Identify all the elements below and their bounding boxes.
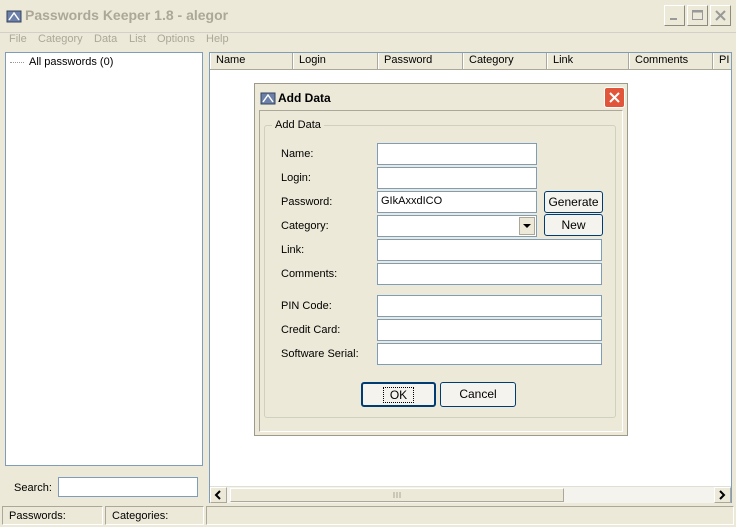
app-icon — [6, 8, 22, 24]
scroll-right-icon — [715, 490, 730, 505]
list-header: Name Login Password Category Link Commen… — [210, 53, 731, 70]
menu-bar: File Category Data List Options Help — [0, 32, 736, 50]
title-bar[interactable]: Passwords Keeper 1.8 - alegor — [0, 0, 736, 33]
menu-list[interactable]: List — [129, 33, 146, 45]
column-header-comments[interactable]: Comments — [629, 53, 713, 69]
status-categories: Categories: — [105, 506, 204, 525]
scroll-thumb[interactable] — [230, 488, 564, 502]
minimize-button[interactable] — [664, 5, 685, 26]
search-label: Search: — [14, 482, 52, 494]
ok-button[interactable]: OK — [361, 382, 436, 407]
column-header-category[interactable]: Category — [463, 53, 547, 69]
login-input[interactable] — [377, 167, 537, 189]
horizontal-scrollbar[interactable] — [210, 486, 731, 503]
software-serial-label: Software Serial: — [281, 348, 359, 360]
credit-card-input[interactable] — [377, 319, 602, 341]
category-tree[interactable] — [5, 52, 203, 466]
scroll-right-button[interactable] — [714, 487, 731, 503]
pin-code-input[interactable] — [377, 295, 602, 317]
menu-file[interactable]: File — [9, 33, 27, 45]
column-header-password[interactable]: Password — [378, 53, 463, 69]
dialog-icon — [260, 90, 276, 106]
category-select[interactable] — [377, 215, 537, 237]
link-input[interactable] — [377, 239, 602, 261]
dropdown-arrow-icon[interactable] — [519, 217, 535, 235]
cancel-button[interactable]: Cancel — [440, 382, 516, 407]
link-label: Link: — [281, 244, 305, 256]
dialog-close-button[interactable] — [604, 87, 625, 108]
new-category-button[interactable]: New — [544, 214, 603, 236]
category-label: Category: — [281, 220, 329, 232]
credit-card-label: Credit Card: — [281, 324, 341, 336]
menu-data[interactable]: Data — [94, 33, 117, 45]
menu-category[interactable]: Category — [38, 33, 83, 45]
scroll-left-button[interactable] — [210, 487, 227, 503]
tree-connector — [10, 62, 24, 64]
group-title: Add Data — [272, 119, 324, 131]
name-label: Name: — [281, 148, 314, 160]
ok-button-label: OK — [382, 387, 415, 403]
close-button[interactable] — [710, 5, 731, 26]
comments-input[interactable] — [377, 263, 602, 285]
status-passwords: Passwords: — [2, 506, 103, 525]
menu-help[interactable]: Help — [206, 33, 229, 45]
dialog-title-bar[interactable]: Add Data — [256, 85, 626, 109]
login-label: Login: — [281, 172, 311, 184]
add-data-dialog: Add Data Add Data Name: Login: Password:… — [254, 83, 628, 436]
column-header-login[interactable]: Login — [293, 53, 378, 69]
column-header-name[interactable]: Name — [210, 53, 293, 69]
window-title: Passwords Keeper 1.8 - alegor — [25, 7, 229, 23]
pin-code-label: PIN Code: — [281, 300, 332, 312]
name-input[interactable] — [377, 143, 537, 165]
scroll-left-icon — [211, 490, 226, 505]
password-label: Password: — [281, 196, 333, 208]
software-serial-input[interactable] — [377, 343, 602, 365]
password-input[interactable]: GIkAxxdICO — [377, 191, 537, 213]
status-extra — [206, 506, 734, 525]
menu-options[interactable]: Options — [157, 33, 195, 45]
generate-button[interactable]: Generate — [544, 191, 603, 213]
column-header-pin[interactable]: PI — [713, 53, 731, 69]
comments-label: Comments: — [281, 268, 338, 280]
status-bar: Passwords: Categories: — [0, 505, 736, 527]
dialog-title: Add Data — [278, 91, 331, 105]
search-input[interactable] — [58, 477, 198, 497]
maximize-button[interactable] — [687, 5, 708, 26]
tree-item-all-passwords[interactable]: All passwords (0) — [29, 56, 113, 68]
column-header-link[interactable]: Link — [547, 53, 629, 69]
